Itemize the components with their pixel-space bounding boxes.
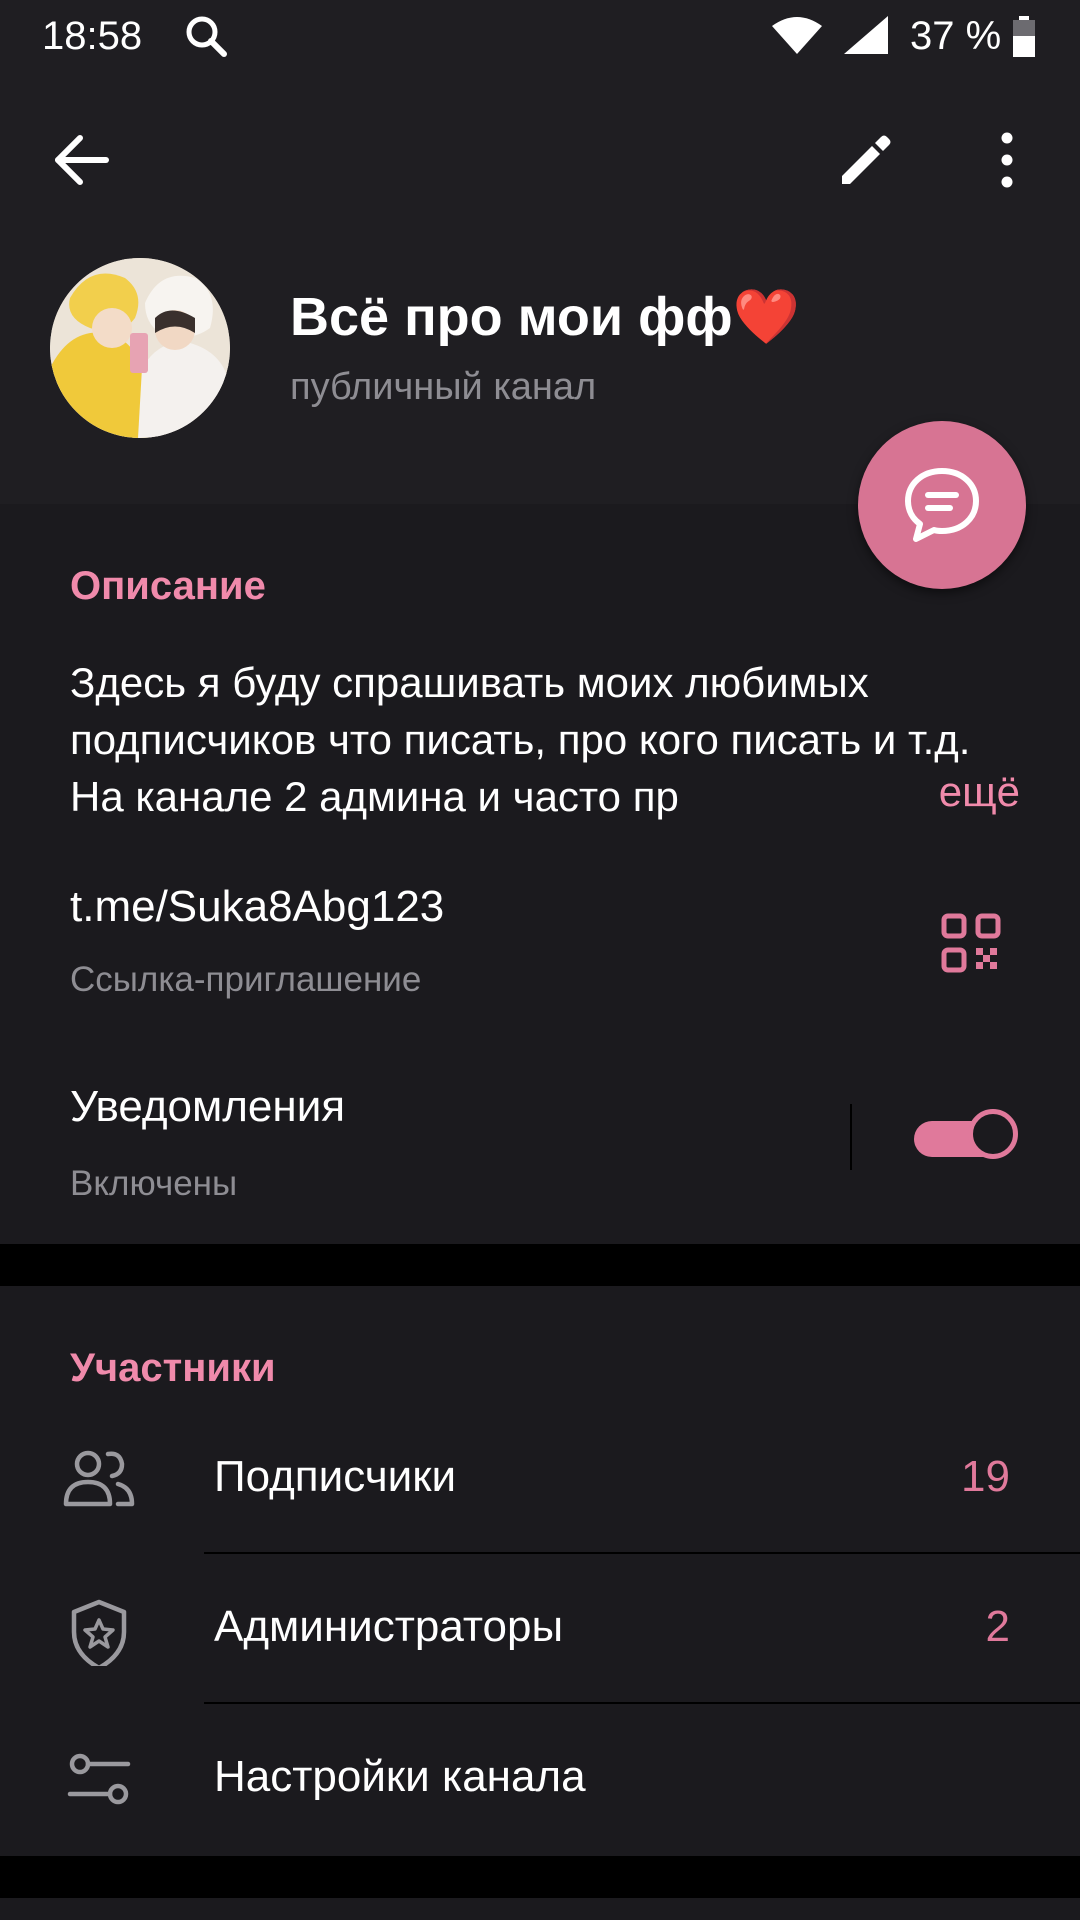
channel-avatar[interactable]	[50, 258, 230, 438]
status-time: 18:58	[42, 14, 143, 58]
edit-pencil-icon[interactable]	[834, 128, 898, 192]
channel-title: Всё про мои фф❤️	[290, 287, 800, 347]
participants-title: Участники	[70, 1346, 276, 1390]
back-arrow-icon[interactable]	[50, 128, 114, 192]
notifications-status: Включены	[70, 1164, 238, 1203]
channel-settings-label: Настройки канала	[214, 1752, 586, 1801]
description-text[interactable]: Здесь я буду спрашивать моих любимых под…	[70, 654, 1020, 825]
toggle-thumb	[968, 1109, 1018, 1159]
bottom-section-edge	[0, 1898, 1080, 1920]
administrators-label: Администраторы	[214, 1602, 564, 1651]
battery-icon	[1013, 16, 1035, 57]
notifications-label[interactable]: Уведомления	[70, 1082, 345, 1132]
channel-type: публичный канал	[290, 366, 597, 408]
divider	[850, 1104, 852, 1170]
subscribers-label: Подписчики	[214, 1452, 457, 1501]
subscribers-row[interactable]: Подписчики 19	[0, 1404, 1080, 1554]
invite-link-label: Ссылка-приглашение	[70, 960, 422, 999]
description-more-link[interactable]: ещё	[904, 768, 1020, 816]
participants-section: Участники Подписчики 19 Администраторы 2…	[0, 1286, 1080, 1856]
status-bar: 18:58 37 %	[0, 0, 1080, 76]
notifications-toggle[interactable]	[914, 1109, 1018, 1167]
discussion-button[interactable]	[858, 421, 1026, 589]
invite-link[interactable]: t.me/Suka8Abg123	[70, 882, 444, 932]
info-section: Описание Здесь я буду спрашивать моих лю…	[0, 504, 1080, 1244]
search-icon	[186, 16, 227, 57]
wifi-icon	[772, 17, 822, 54]
administrators-count: 2	[985, 1602, 1010, 1651]
more-vert-icon[interactable]	[990, 128, 1024, 192]
people-icon	[63, 1450, 135, 1507]
qr-code-icon[interactable]	[940, 912, 1002, 974]
battery-percent: 37 %	[910, 14, 1002, 58]
administrators-row[interactable]: Администраторы 2	[0, 1554, 1080, 1704]
description-title: Описание	[70, 564, 266, 608]
subscribers-count: 19	[961, 1452, 1010, 1501]
signal-icon	[844, 16, 888, 54]
shield-star-icon	[71, 1599, 127, 1666]
settings-sliders-icon	[67, 1753, 131, 1805]
chat-bubble-icon	[905, 468, 979, 542]
channel-settings-row[interactable]: Настройки канала	[0, 1704, 1080, 1854]
